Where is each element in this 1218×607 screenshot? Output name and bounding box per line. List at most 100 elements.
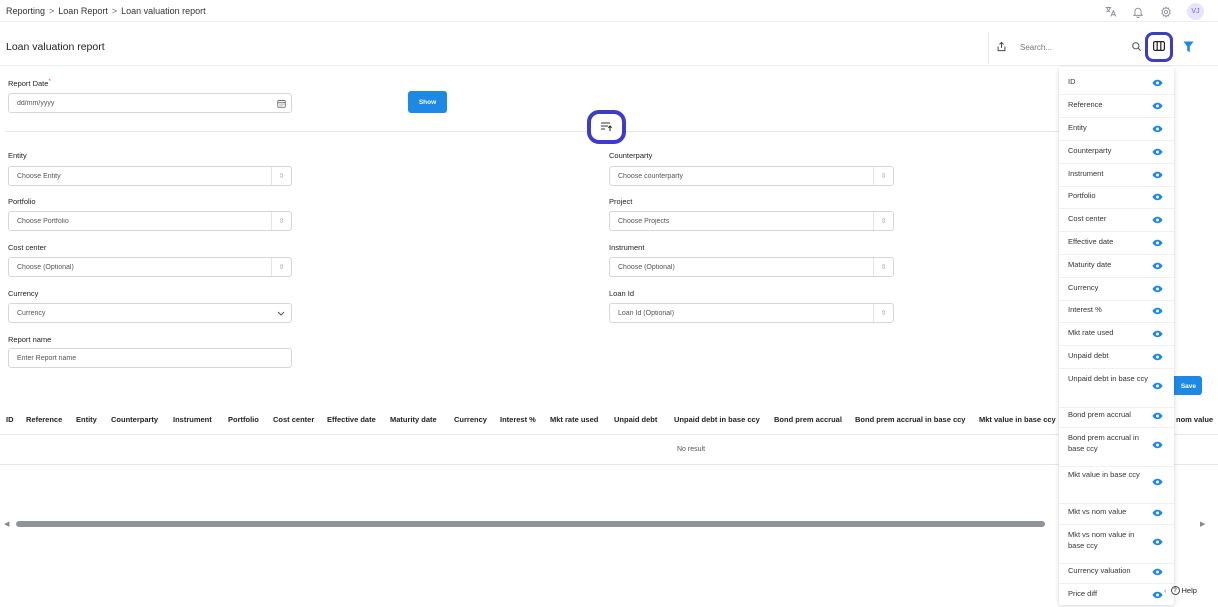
column-toggle-item[interactable]: Bond prem accrual in base ccy	[1059, 428, 1174, 467]
breadcrumb-loan-report[interactable]: Loan Report	[58, 6, 108, 16]
column-toggle-item[interactable]: Mkt value in base ccy	[1059, 465, 1174, 504]
col-header-unpaid-debt-base[interactable]: Unpaid debt in base ccy	[674, 415, 760, 424]
column-toggle-item[interactable]: ID	[1059, 72, 1174, 95]
columns-button[interactable]	[1145, 32, 1173, 62]
column-toggle-item[interactable]: Unpaid debt	[1059, 346, 1174, 369]
column-toggle-item[interactable]: Cost center	[1059, 209, 1174, 232]
column-toggle-item[interactable]: Reference	[1059, 95, 1174, 118]
scroll-right-icon[interactable]: ▶	[1200, 520, 1205, 528]
portfolio-select[interactable]: Choose Portfolio ⇳	[8, 211, 292, 231]
col-header-mkt-value-base[interactable]: Mkt value in base ccy	[979, 415, 1057, 424]
column-toggle-item[interactable]: Mkt rate used	[1059, 323, 1174, 346]
col-header-effective-date[interactable]: Effective date	[327, 415, 376, 424]
currency-value: Currency	[17, 309, 46, 317]
column-toggle-label: Mkt rate used	[1068, 328, 1114, 337]
col-header-unpaid-debt[interactable]: Unpaid debt	[614, 415, 657, 424]
eye-icon[interactable]	[1152, 330, 1163, 338]
eye-icon[interactable]	[1152, 193, 1163, 201]
gear-icon[interactable]	[1159, 5, 1173, 19]
loan-id-select[interactable]: Loan Id (Optional) ⇳	[609, 303, 894, 323]
chevron-updown-icon: ⇳	[271, 167, 291, 185]
eye-icon[interactable]	[1152, 441, 1163, 449]
column-toggle-item[interactable]: Currency	[1059, 278, 1174, 301]
col-header-bond-prem-accrual-base[interactable]: Bond prem accrual in base ccy	[855, 415, 965, 424]
column-toggle-label: Interest %	[1068, 305, 1102, 314]
entity-select[interactable]: Choose Entity ⇳	[8, 166, 292, 186]
eye-icon[interactable]	[1152, 509, 1163, 517]
eye-icon[interactable]	[1152, 591, 1163, 599]
project-label: Project	[609, 197, 633, 206]
column-toggle-label: Counterparty	[1068, 146, 1112, 155]
project-value: Choose Projects	[618, 217, 670, 225]
eye-icon[interactable]	[1152, 538, 1163, 546]
eye-icon[interactable]	[1152, 285, 1163, 293]
collapse-filters-button[interactable]	[587, 110, 626, 144]
col-header-instrument[interactable]: Instrument	[173, 415, 212, 424]
eye-icon[interactable]	[1152, 125, 1163, 133]
instrument-select[interactable]: Choose (Optional) ⇳	[609, 257, 894, 277]
bell-icon[interactable]	[1131, 5, 1145, 19]
breadcrumb-reporting[interactable]: Reporting	[6, 6, 45, 16]
show-button[interactable]: Show	[408, 91, 447, 113]
counterparty-select[interactable]: Choose counterparty ⇳	[609, 166, 894, 186]
col-header-maturity-date[interactable]: Maturity date	[390, 415, 437, 424]
eye-icon[interactable]	[1152, 307, 1163, 315]
column-toggle-item[interactable]: Price diff	[1059, 584, 1174, 607]
column-toggle-item[interactable]: Counterparty	[1059, 141, 1174, 164]
filter-icon[interactable]	[1183, 41, 1195, 53]
eye-icon[interactable]	[1152, 239, 1163, 247]
eye-icon[interactable]	[1152, 148, 1163, 156]
col-header-id[interactable]: ID	[6, 415, 14, 424]
report-name-input[interactable]: Enter Report name	[8, 348, 292, 368]
column-toggle-item[interactable]: Interest %	[1059, 300, 1174, 323]
search-icon[interactable]	[1131, 41, 1142, 52]
col-header-reference[interactable]: Reference	[26, 415, 62, 424]
col-header-bond-prem-accrual[interactable]: Bond prem accrual	[774, 415, 842, 424]
col-header-mkt-rate-used[interactable]: Mkt rate used	[550, 415, 598, 424]
search-input[interactable]	[1014, 42, 1114, 52]
eye-icon[interactable]	[1152, 102, 1163, 110]
eye-icon[interactable]	[1152, 171, 1163, 179]
col-header-cost-center[interactable]: Cost center	[273, 415, 314, 424]
avatar[interactable]: VJ	[1187, 3, 1204, 20]
eye-icon[interactable]	[1152, 79, 1163, 87]
chevron-updown-icon: ⇳	[271, 212, 291, 230]
horizontal-scrollbar[interactable]	[16, 521, 1045, 527]
eye-icon[interactable]	[1152, 568, 1163, 576]
col-header-counterparty[interactable]: Counterparty	[111, 415, 158, 424]
column-toggle-item[interactable]: Unpaid debt in base ccy	[1059, 369, 1174, 408]
scroll-left-icon[interactable]: ◀	[4, 520, 9, 528]
column-toggle-item[interactable]: Effective date	[1059, 232, 1174, 255]
eye-icon[interactable]	[1152, 478, 1163, 486]
eye-icon[interactable]	[1152, 216, 1163, 224]
report-date-value: dd/mm/yyyy	[17, 99, 55, 107]
column-toggle-label: Instrument	[1068, 169, 1104, 178]
column-toggle-item[interactable]: Entity	[1059, 118, 1174, 141]
col-header-portfolio[interactable]: Portfolio	[228, 415, 259, 424]
column-toggle-item[interactable]: Currency valuation	[1059, 561, 1174, 584]
col-header-interest[interactable]: Interest %	[500, 415, 536, 424]
col-header-mkt-vs-nom-value[interactable]: nom value	[1176, 415, 1213, 424]
report-date-field[interactable]: dd/mm/yyyy	[8, 93, 292, 113]
column-toggle-label: Currency valuation	[1068, 566, 1131, 575]
column-toggle-item[interactable]: Portfolio	[1059, 186, 1174, 209]
column-toggle-item[interactable]: Mkt vs nom value in base ccy	[1059, 525, 1174, 564]
column-toggle-item[interactable]: Bond prem accrual	[1059, 405, 1174, 428]
translate-icon[interactable]	[1103, 5, 1117, 19]
column-toggle-item[interactable]: Instrument	[1059, 164, 1174, 187]
help-button[interactable]: ‹ ? Help	[1164, 586, 1197, 595]
col-header-entity[interactable]: Entity	[76, 415, 97, 424]
eye-icon[interactable]	[1152, 353, 1163, 361]
report-date-label: Report Date*	[8, 79, 51, 88]
column-toggle-item[interactable]: Mkt vs nom value	[1059, 502, 1174, 525]
eye-icon[interactable]	[1152, 412, 1163, 420]
project-select[interactable]: Choose Projects ⇳	[609, 211, 894, 231]
column-toggle-item[interactable]: Maturity date	[1059, 255, 1174, 278]
currency-select[interactable]: Currency	[8, 303, 292, 323]
calendar-icon[interactable]	[271, 94, 291, 112]
col-header-currency[interactable]: Currency	[454, 415, 487, 424]
eye-icon[interactable]	[1152, 262, 1163, 270]
cost-center-select[interactable]: Choose (Optional) ⇳	[8, 257, 292, 277]
share-icon[interactable]	[996, 41, 1007, 52]
eye-icon[interactable]	[1152, 382, 1163, 390]
